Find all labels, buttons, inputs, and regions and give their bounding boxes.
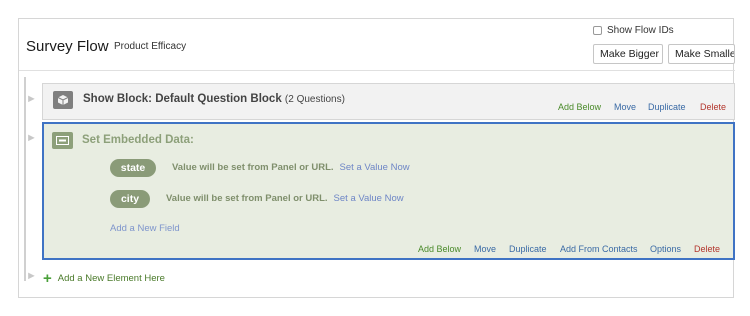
- cube-icon: [53, 91, 73, 109]
- delete-link[interactable]: Delete: [700, 102, 726, 112]
- header-divider: [19, 70, 735, 71]
- add-new-element-label: Add a New Element Here: [57, 273, 165, 284]
- make-smaller-button[interactable]: Make Smaller: [668, 44, 735, 64]
- flow-block-embedded-data[interactable]: Set Embedded Data: state Value will be s…: [42, 122, 735, 260]
- field-city-text: Value will be set from Panel or URL.: [166, 193, 328, 204]
- plus-icon: +: [43, 269, 52, 287]
- set-value-now-link[interactable]: Set a Value Now: [340, 162, 410, 173]
- field-state-text: Value will be set from Panel or URL.: [172, 162, 334, 173]
- block-actions: Add Below Move Duplicate Delete: [558, 102, 733, 114]
- delete-link[interactable]: Delete: [694, 244, 720, 254]
- set-value-now-link[interactable]: Set a Value Now: [334, 193, 404, 204]
- add-below-link[interactable]: Add Below: [418, 244, 461, 254]
- arrow-icon: ►: [26, 93, 37, 105]
- add-new-field-link[interactable]: Add a New Field: [110, 223, 180, 234]
- add-below-link[interactable]: Add Below: [558, 102, 601, 112]
- show-flow-ids-label: Show Flow IDs: [607, 25, 674, 36]
- field-state-description: Value will be set from Panel or URL. Set …: [172, 162, 410, 173]
- survey-name: Product Efficacy: [114, 41, 187, 52]
- duplicate-link[interactable]: Duplicate: [509, 244, 547, 254]
- move-link[interactable]: Move: [474, 244, 496, 254]
- embedded-data-title: Set Embedded Data:: [82, 134, 194, 146]
- block-title: Show Block: Default Question Block (2 Qu…: [83, 93, 345, 105]
- show-flow-ids-checkbox[interactable]: [593, 26, 602, 35]
- field-city-description: Value will be set from Panel or URL. Set …: [166, 193, 404, 204]
- add-from-contacts-link[interactable]: Add From Contacts: [560, 244, 638, 254]
- block-title-text: Show Block: Default Question Block: [83, 93, 282, 105]
- page-title: Survey Flow: [26, 38, 109, 55]
- field-pill-city[interactable]: city: [110, 190, 150, 208]
- options-link[interactable]: Options: [650, 244, 681, 254]
- flow-block-default-question-block[interactable]: Show Block: Default Question Block (2 Qu…: [42, 83, 735, 120]
- question-count: (2 Questions): [284, 94, 345, 105]
- arrow-icon: ►: [26, 132, 37, 144]
- show-flow-ids-toggle[interactable]: Show Flow IDs: [593, 25, 674, 36]
- embedded-actions: Add Below Move Duplicate Add From Contac…: [418, 244, 730, 256]
- arrow-icon: ►: [26, 270, 37, 282]
- embedded-data-icon: [52, 132, 73, 149]
- flow-line: [24, 77, 26, 281]
- make-bigger-button[interactable]: Make Bigger: [593, 44, 663, 64]
- move-link[interactable]: Move: [614, 102, 636, 112]
- add-new-element-button[interactable]: + Add a New Element Here: [43, 269, 165, 287]
- duplicate-link[interactable]: Duplicate: [648, 102, 686, 112]
- field-pill-state[interactable]: state: [110, 159, 156, 177]
- survey-flow-panel: Survey Flow Product Efficacy Show Flow I…: [18, 18, 735, 298]
